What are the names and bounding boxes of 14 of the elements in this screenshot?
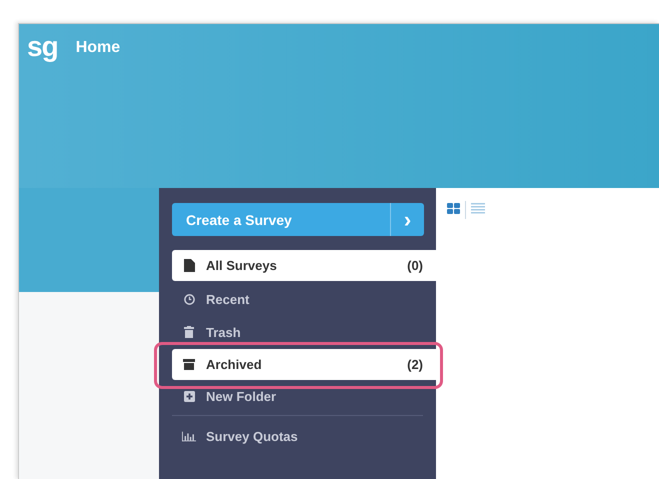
sidebar-item[interactable]: Trash (172, 321, 436, 343)
grid-view-icon[interactable] (447, 203, 460, 214)
sidebar-item[interactable]: New Folder (172, 385, 436, 407)
sidebar-item[interactable]: Survey Quotas (172, 425, 436, 447)
trash-icon (184, 326, 194, 338)
sidebar-item[interactable]: Recent (172, 288, 436, 310)
document-icon (184, 259, 194, 272)
plus-square-icon (184, 390, 194, 402)
bar-chart-icon (182, 430, 196, 442)
page-title: Home (76, 38, 120, 58)
sidebar-item[interactable]: Archived (2) (172, 349, 436, 380)
sidebar-item[interactable]: All Surveys (0) (172, 250, 436, 281)
box-icon (183, 359, 195, 370)
clock-icon (184, 294, 194, 304)
